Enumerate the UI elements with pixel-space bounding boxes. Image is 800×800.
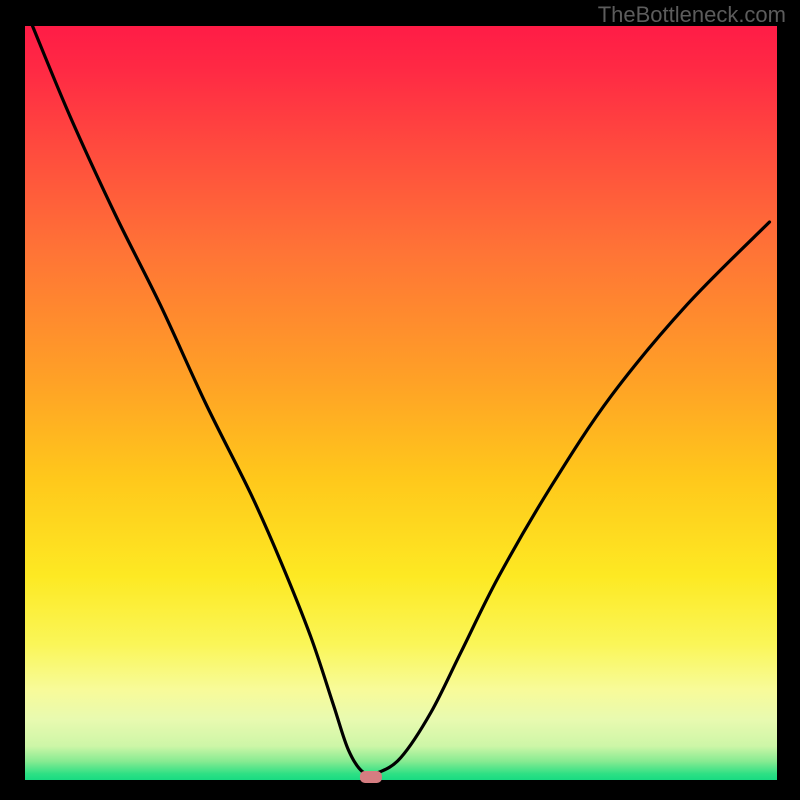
plot-area: [25, 26, 777, 780]
minimum-marker: [360, 771, 382, 783]
chart-container: TheBottleneck.com: [0, 0, 800, 800]
watermark-text: TheBottleneck.com: [598, 2, 786, 28]
bottleneck-chart: [0, 0, 800, 800]
